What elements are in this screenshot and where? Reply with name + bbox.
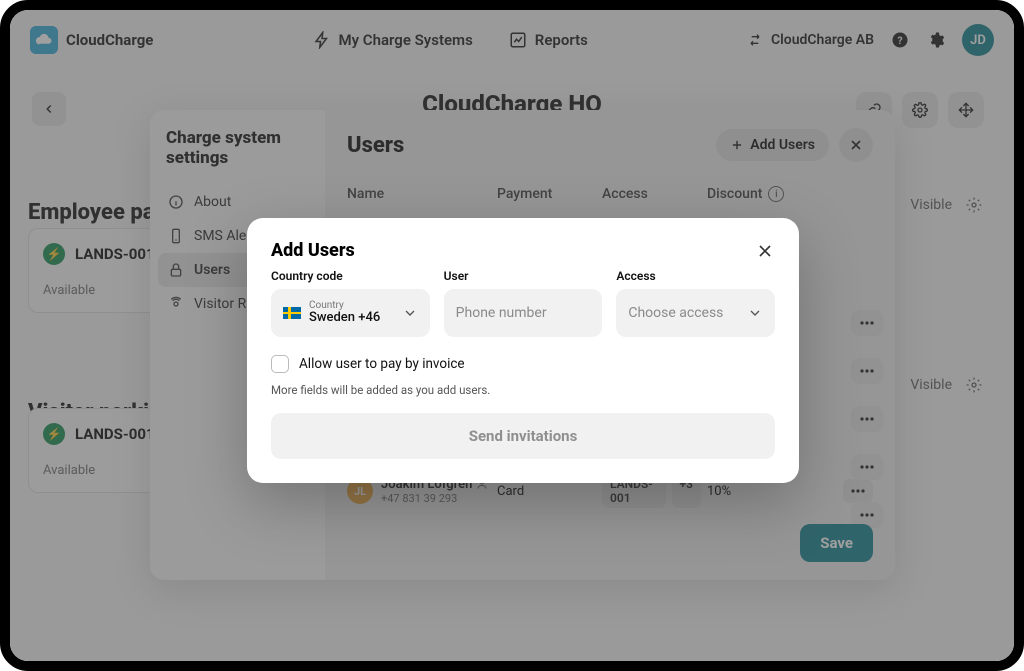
modal-note: More fields will be added as you add use…: [271, 383, 775, 397]
add-users-modal: Add Users Country code Country Sweden +4…: [247, 218, 799, 483]
close-modal-button[interactable]: [755, 241, 775, 261]
close-icon: [755, 241, 775, 261]
send-invitations-button[interactable]: Send invitations: [271, 413, 775, 459]
label-country-code: Country code: [271, 269, 430, 283]
chevron-down-icon: [747, 305, 763, 321]
access-select[interactable]: Choose access: [616, 289, 775, 337]
invoice-checkbox-label: Allow user to pay by invoice: [299, 356, 465, 372]
chevron-down-icon: [402, 305, 418, 321]
invoice-checkbox[interactable]: [271, 355, 289, 373]
label-user: User: [444, 269, 603, 283]
phone-input[interactable]: Phone number: [444, 289, 603, 337]
flag-sweden-icon: [283, 307, 301, 319]
label-access: Access: [616, 269, 775, 283]
country-code-select[interactable]: Country Sweden +46: [271, 289, 430, 337]
modal-title: Add Users: [271, 240, 355, 261]
